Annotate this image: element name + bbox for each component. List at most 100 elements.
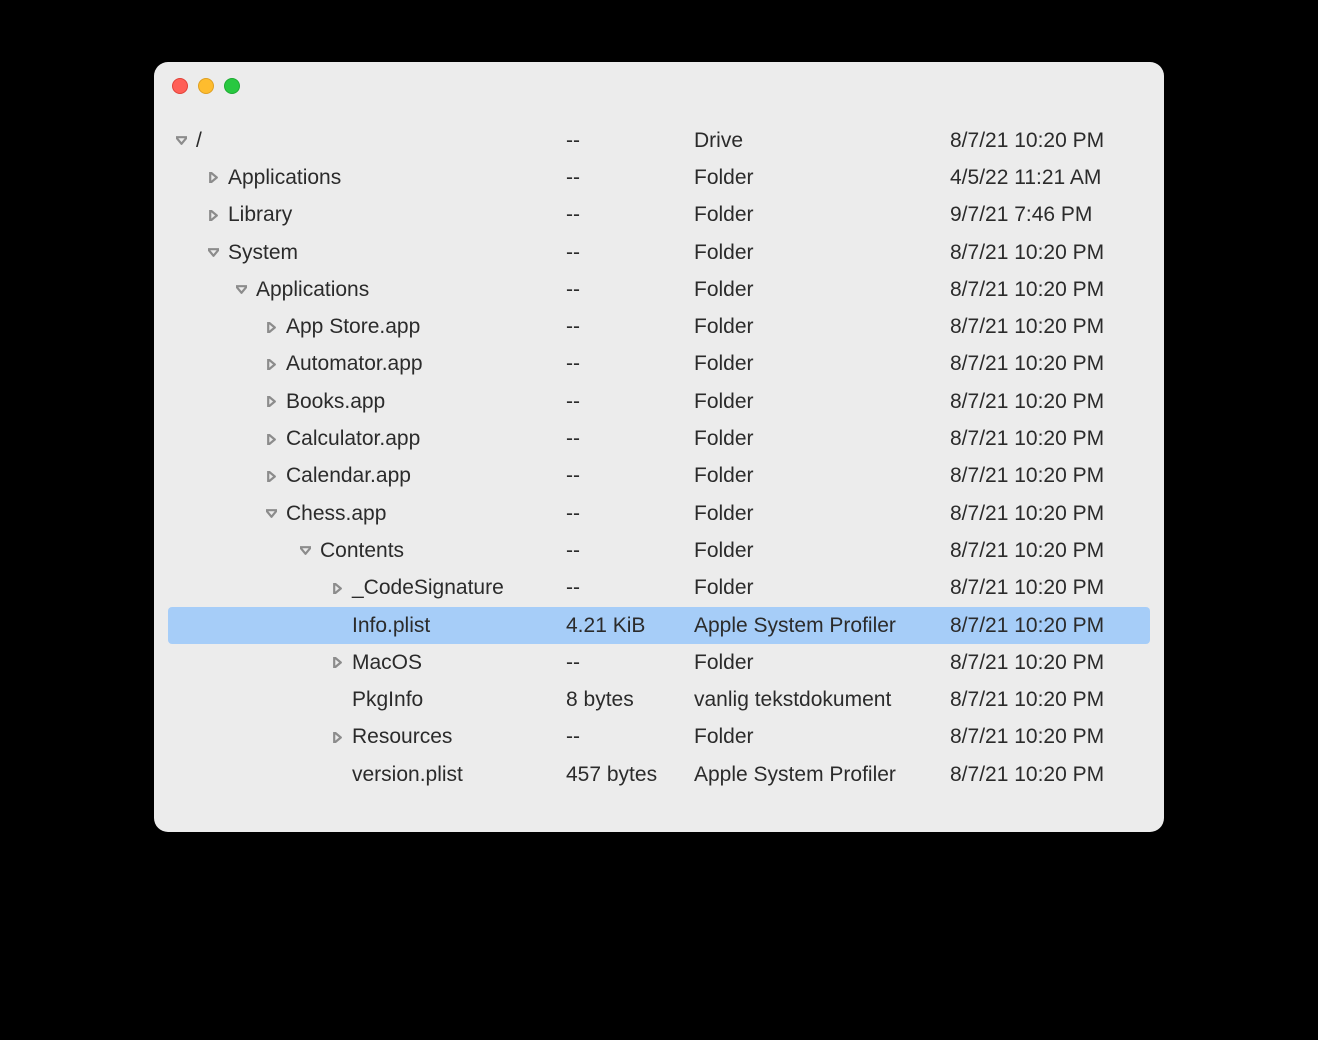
name-cell[interactable]: Calendar.app — [168, 464, 566, 488]
name-cell[interactable]: Applications — [168, 166, 566, 190]
name-cell[interactable]: Library — [168, 203, 566, 227]
chevron-right-icon[interactable] — [262, 355, 280, 373]
tree-row[interactable]: PkgInfo8 bytesvanlig tekstdokument8/7/21… — [168, 681, 1150, 718]
size-cell: -- — [566, 576, 694, 600]
chevron-right-icon[interactable] — [262, 393, 280, 411]
close-button[interactable] — [172, 78, 188, 94]
name-cell[interactable]: App Store.app — [168, 315, 566, 339]
size-cell: -- — [566, 315, 694, 339]
item-name: PkgInfo — [352, 688, 423, 712]
size-cell: -- — [566, 352, 694, 376]
tree-row[interactable]: Info.plist4.21 KiBApple System Profiler8… — [168, 607, 1150, 644]
kind-cell: Folder — [694, 539, 950, 563]
tree-row[interactable]: Applications--Folder8/7/21 10:20 PM — [168, 271, 1150, 308]
name-cell[interactable]: / — [168, 129, 566, 153]
size-cell: -- — [566, 166, 694, 190]
date-cell: 8/7/21 10:20 PM — [950, 539, 1150, 563]
item-name: Books.app — [286, 390, 385, 414]
name-cell[interactable]: Applications — [168, 278, 566, 302]
kind-cell: Folder — [694, 241, 950, 265]
chevron-right-icon[interactable] — [328, 654, 346, 672]
size-cell: -- — [566, 651, 694, 675]
kind-cell: Folder — [694, 278, 950, 302]
name-cell[interactable]: Chess.app — [168, 502, 566, 526]
kind-cell: Folder — [694, 315, 950, 339]
item-name: MacOS — [352, 651, 422, 675]
size-cell: -- — [566, 464, 694, 488]
name-cell[interactable]: Info.plist — [168, 614, 566, 638]
chevron-down-icon[interactable] — [262, 505, 280, 523]
chevron-down-icon[interactable] — [296, 542, 314, 560]
item-name: Library — [228, 203, 292, 227]
chevron-right-icon[interactable] — [262, 467, 280, 485]
name-cell[interactable]: Books.app — [168, 390, 566, 414]
date-cell: 8/7/21 10:20 PM — [950, 390, 1150, 414]
tree-row[interactable]: Calendar.app--Folder8/7/21 10:20 PM — [168, 458, 1150, 495]
name-cell[interactable]: Automator.app — [168, 352, 566, 376]
date-cell: 8/7/21 10:20 PM — [950, 763, 1150, 787]
file-tree[interactable]: /--Drive8/7/21 10:20 PMApplications--Fol… — [154, 110, 1164, 807]
tree-row[interactable]: Chess.app--Folder8/7/21 10:20 PM — [168, 495, 1150, 532]
name-cell[interactable]: _CodeSignature — [168, 576, 566, 600]
date-cell: 8/7/21 10:20 PM — [950, 651, 1150, 675]
size-cell: -- — [566, 390, 694, 414]
date-cell: 8/7/21 10:20 PM — [950, 502, 1150, 526]
name-cell[interactable]: version.plist — [168, 763, 566, 787]
name-cell[interactable]: Resources — [168, 725, 566, 749]
size-cell: 4.21 KiB — [566, 614, 694, 638]
chevron-right-icon[interactable] — [328, 579, 346, 597]
tree-row[interactable]: System--Folder8/7/21 10:20 PM — [168, 234, 1150, 271]
name-cell[interactable]: Calculator.app — [168, 427, 566, 451]
date-cell: 8/7/21 10:20 PM — [950, 315, 1150, 339]
chevron-right-icon[interactable] — [204, 169, 222, 187]
chevron-right-icon[interactable] — [204, 206, 222, 224]
date-cell: 8/7/21 10:20 PM — [950, 725, 1150, 749]
tree-row[interactable]: Resources--Folder8/7/21 10:20 PM — [168, 719, 1150, 756]
chevron-down-icon[interactable] — [232, 281, 250, 299]
tree-row[interactable]: App Store.app--Folder8/7/21 10:20 PM — [168, 308, 1150, 345]
kind-cell: Folder — [694, 352, 950, 376]
item-name: Chess.app — [286, 502, 386, 526]
tree-row[interactable]: Automator.app --Folder8/7/21 10:20 PM — [168, 346, 1150, 383]
name-cell[interactable]: Contents — [168, 539, 566, 563]
tree-row[interactable]: Library--Folder9/7/21 7:46 PM — [168, 197, 1150, 234]
name-cell[interactable]: PkgInfo — [168, 688, 566, 712]
size-cell: -- — [566, 203, 694, 227]
date-cell: 8/7/21 10:20 PM — [950, 241, 1150, 265]
tree-row[interactable]: / --Drive8/7/21 10:20 PM — [168, 122, 1150, 159]
chevron-right-icon[interactable] — [262, 318, 280, 336]
chevron-right-icon[interactable] — [328, 728, 346, 746]
date-cell: 8/7/21 10:20 PM — [950, 352, 1150, 376]
chevron-down-icon[interactable] — [204, 244, 222, 262]
kind-cell: Drive — [694, 129, 950, 153]
titlebar[interactable] — [154, 62, 1164, 110]
kind-cell: vanlig tekstdokument — [694, 688, 950, 712]
size-cell: -- — [566, 725, 694, 749]
chevron-down-icon[interactable] — [172, 132, 190, 150]
item-name: Resources — [352, 725, 452, 749]
item-name: Calendar.app — [286, 464, 411, 488]
zoom-button[interactable] — [224, 78, 240, 94]
kind-cell: Folder — [694, 166, 950, 190]
tree-row[interactable]: Contents--Folder8/7/21 10:20 PM — [168, 532, 1150, 569]
tree-row[interactable]: _CodeSignature--Folder8/7/21 10:20 PM — [168, 570, 1150, 607]
name-cell[interactable]: MacOS — [168, 651, 566, 675]
date-cell: 8/7/21 10:20 PM — [950, 129, 1150, 153]
item-name: / — [196, 129, 202, 153]
tree-row[interactable]: Applications--Folder4/5/22 11:21 AM — [168, 159, 1150, 196]
tree-row[interactable]: MacOS--Folder8/7/21 10:20 PM — [168, 644, 1150, 681]
size-cell: -- — [566, 241, 694, 265]
chevron-right-icon[interactable] — [262, 430, 280, 448]
tree-row[interactable]: Books.app --Folder8/7/21 10:20 PM — [168, 383, 1150, 420]
name-cell[interactable]: System — [168, 241, 566, 265]
item-name: Automator.app — [286, 352, 423, 376]
tree-row[interactable]: Calculator.app--Folder8/7/21 10:20 PM — [168, 420, 1150, 457]
date-cell: 9/7/21 7:46 PM — [950, 203, 1150, 227]
date-cell: 8/7/21 10:20 PM — [950, 427, 1150, 451]
minimize-button[interactable] — [198, 78, 214, 94]
size-cell: -- — [566, 427, 694, 451]
date-cell: 8/7/21 10:20 PM — [950, 614, 1150, 638]
tree-row[interactable]: version.plist457 bytesApple System Profi… — [168, 756, 1150, 793]
kind-cell: Folder — [694, 390, 950, 414]
size-cell: -- — [566, 129, 694, 153]
